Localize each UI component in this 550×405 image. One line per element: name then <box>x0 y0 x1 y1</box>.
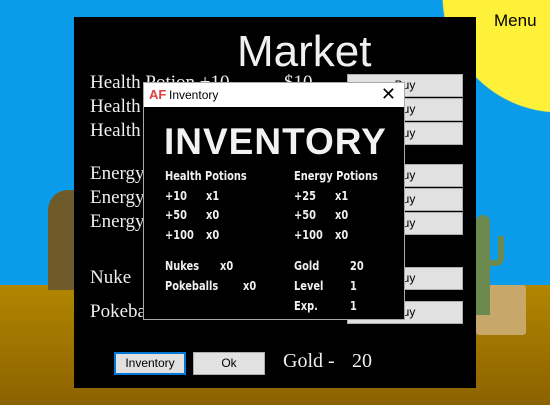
nukes-label: Nukes <box>165 259 200 273</box>
energy-amount: +100 <box>294 228 323 242</box>
health-count: x0 <box>206 208 220 222</box>
dialog-title-bar[interactable]: AF Inventory ✕ <box>144 83 404 107</box>
health-count: x1 <box>206 189 220 203</box>
app-icon: AF <box>149 87 167 102</box>
energy-header: Energy Potions <box>294 169 378 183</box>
gold-label: Gold - <box>283 350 335 372</box>
exp-value: 1 <box>350 299 357 313</box>
cactus-arm <box>490 236 504 266</box>
cactus <box>476 215 490 315</box>
market-title: Market <box>237 27 372 76</box>
health-header: Health Potions <box>165 169 247 183</box>
exp-label: Exp. <box>294 299 318 313</box>
item-label: Nuke <box>90 267 132 288</box>
gold-stat-value: 20 <box>350 259 364 273</box>
health-amount: +100 <box>165 228 194 242</box>
pokeballs-label: Pokeballs <box>165 279 219 293</box>
health-amount: +10 <box>165 189 187 203</box>
inventory-button[interactable]: Inventory <box>114 352 186 375</box>
level-label: Level <box>294 279 324 293</box>
close-icon[interactable]: ✕ <box>381 84 396 105</box>
energy-count: x1 <box>335 189 349 203</box>
gold-stat-label: Gold <box>294 259 320 273</box>
health-count: x0 <box>206 228 220 242</box>
pokeballs-count: x0 <box>243 279 257 293</box>
level-value: 1 <box>350 279 357 293</box>
ok-button[interactable]: Ok <box>193 352 265 375</box>
health-amount: +50 <box>165 208 187 222</box>
dialog-title: Inventory <box>169 88 219 102</box>
energy-amount: +50 <box>294 208 316 222</box>
energy-count: x0 <box>335 208 349 222</box>
menu-button[interactable]: Menu <box>494 11 537 31</box>
nukes-count: x0 <box>220 259 234 273</box>
inventory-heading: INVENTORY <box>164 121 387 162</box>
energy-amount: +25 <box>294 189 316 203</box>
inventory-dialog: AF Inventory ✕ INVENTORY Health Potions … <box>143 82 405 320</box>
energy-count: x0 <box>335 228 349 242</box>
gold-value: 20 <box>352 350 372 372</box>
